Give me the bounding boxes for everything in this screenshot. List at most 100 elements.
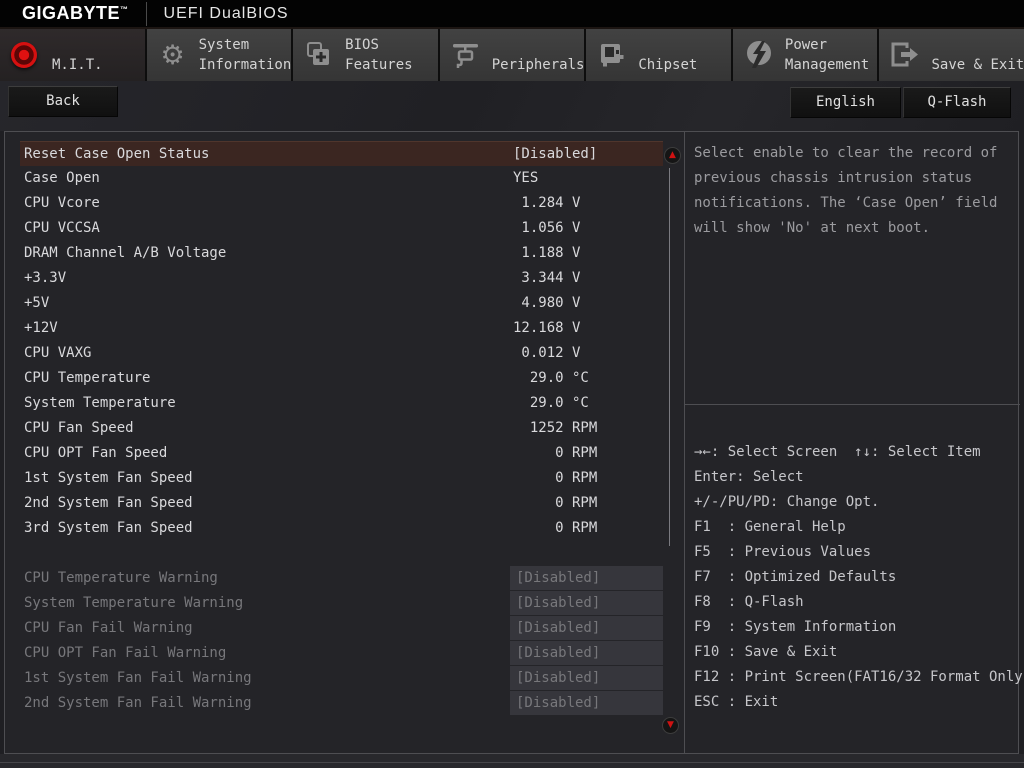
setting-value: [Disabled] (513, 146, 598, 162)
tab-label (931, 35, 1024, 55)
setting-value: [Disabled] (510, 566, 663, 590)
tab-label: Information (198, 57, 292, 73)
setting-row[interactable]: CPU Temperature 29.0 °C (20, 366, 663, 391)
setting-row[interactable]: System Temperature 29.0 °C (20, 391, 663, 416)
setting-row[interactable]: 1st System Fan Fail Warning [Disabled] (20, 666, 663, 691)
setting-row[interactable]: 2nd System Fan Speed 0 RPM (20, 491, 663, 516)
setting-row[interactable]: +12V 12.168 V (20, 316, 663, 341)
legend-line: F10 : Save & Exit (694, 644, 838, 660)
tab-label: Power (784, 37, 828, 53)
tab-label: Features (345, 57, 413, 73)
setting-label: System Temperature Warning (24, 595, 244, 611)
setting-value: 29.0 °C (513, 395, 589, 411)
setting-row[interactable]: CPU Temperature Warning [Disabled] (20, 566, 663, 591)
tab-label: BIOS (345, 37, 379, 53)
main-panel: Reset Case Open Status [Disabled] Case O… (4, 131, 1024, 754)
setting-row[interactable]: 2nd System Fan Fail Warning [Disabled] (20, 691, 663, 716)
setting-value: 0 RPM (513, 470, 598, 486)
setting-value: 0 RPM (513, 495, 598, 511)
setting-row[interactable]: 1st System Fan Speed 0 RPM (20, 466, 663, 491)
help-text: Select enable to clear the record of pre… (694, 141, 997, 241)
gigabyte-logo: GIGABYTE™ (22, 3, 129, 23)
qflash-button[interactable]: Q-Flash (903, 87, 1011, 118)
legend-line: F9 : System Information (694, 619, 897, 635)
legend-line: →←: Select Screen ↑↓: Select Item (694, 444, 981, 460)
tab-mit[interactable]: M.I.T. (0, 29, 145, 81)
help-legend-divider (685, 404, 1020, 405)
help-line: will show 'No' at next boot. (694, 220, 931, 236)
setting-value: 4.980 V (513, 295, 581, 311)
setting-row[interactable]: 3rd System Fan Speed 0 RPM (20, 516, 663, 541)
setting-label: Reset Case Open Status (24, 146, 210, 162)
tab-peripherals[interactable]: Peripherals (439, 29, 585, 81)
scroll-up-icon[interactable]: ▲ (664, 147, 681, 164)
tab-bios-features[interactable]: BIOS Features (293, 29, 438, 81)
help-line: Select enable to clear the record of (694, 145, 998, 161)
setting-label: +3.3V (24, 270, 67, 286)
setting-row[interactable]: +5V 4.980 V (20, 291, 663, 316)
setting-row[interactable]: Case Open YES (20, 166, 663, 191)
tab-label: System (198, 37, 250, 53)
setting-row[interactable]: CPU Fan Fail Warning [Disabled] (20, 616, 663, 641)
power-bolt-icon (742, 39, 776, 71)
scroll-down-icon[interactable]: ▼ (662, 717, 679, 734)
setting-row[interactable]: DRAM Channel A/B Voltage 1.188 V (20, 241, 663, 266)
setting-value: 1.056 V (513, 220, 581, 236)
tab-power-management[interactable]: Power Management (732, 29, 878, 81)
legend-line: +/-/PU/PD: Change Opt. (694, 494, 880, 510)
setting-row[interactable]: CPU Fan Speed 1252 RPM (20, 416, 663, 441)
setting-row[interactable]: Reset Case Open Status [Disabled] (20, 141, 663, 166)
top-bar: GIGABYTE™ UEFI DualBIOS (0, 0, 1024, 29)
tab-label: Peripherals (491, 57, 585, 73)
setting-value: 0 RPM (513, 520, 598, 536)
setting-value: YES (513, 170, 539, 186)
setting-row[interactable]: CPU VAXG 0.012 V (20, 341, 663, 366)
language-button[interactable]: English (790, 87, 901, 118)
scrollbar[interactable] (669, 168, 670, 546)
setting-value: 0.012 V (513, 345, 581, 361)
tab-chipset[interactable]: Chipset (586, 29, 731, 81)
setting-row[interactable]: +3.3V 3.344 V (20, 266, 663, 291)
bios-chip-icon (302, 39, 336, 71)
setting-label: CPU OPT Fan Fail Warning (24, 645, 227, 661)
info-gear-icon: ⚙ (160, 39, 185, 71)
tab-system-information[interactable]: ⚙ System Information (146, 29, 292, 81)
setting-value: 0 RPM (513, 445, 598, 461)
setting-label: CPU Fan Fail Warning (24, 620, 193, 636)
chipset-icon (595, 39, 629, 71)
setting-row[interactable]: CPU VCCSA 1.056 V (20, 216, 663, 241)
settings-list: Reset Case Open Status [Disabled] Case O… (5, 132, 684, 753)
mit-icon (11, 42, 37, 68)
setting-value: [Disabled] (510, 616, 663, 640)
legend-line: Enter: Select (694, 469, 804, 485)
setting-row[interactable]: CPU OPT Fan Fail Warning [Disabled] (20, 641, 663, 666)
setting-value: [Disabled] (510, 641, 663, 665)
setting-label: CPU Temperature Warning (24, 570, 218, 586)
help-line: previous chassis intrusion status (694, 170, 973, 186)
setting-value: 29.0 °C (513, 370, 589, 386)
setting-row[interactable]: CPU OPT Fan Speed 0 RPM (20, 441, 663, 466)
secondary-toolbar: Back English Q-Flash (0, 81, 1024, 131)
setting-label: +12V (24, 320, 58, 336)
setting-label: DRAM Channel A/B Voltage (24, 245, 227, 261)
setting-label: CPU Temperature (24, 370, 151, 386)
trademark-symbol: ™ (120, 5, 129, 14)
setting-label: 2nd System Fan Speed (24, 495, 193, 511)
setting-value: [Disabled] (510, 591, 663, 615)
setting-row[interactable]: CPU Vcore 1.284 V (20, 191, 663, 216)
header-divider (145, 1, 147, 26)
tab-save-exit[interactable]: Save & Exit (879, 29, 1024, 81)
list-section-gap (5, 541, 684, 566)
setting-label: +5V (24, 295, 50, 311)
setting-label: 1st System Fan Speed (24, 470, 193, 486)
setting-value: 12.168 V (513, 320, 581, 336)
key-legend: →←: Select Screen ↑↓: Select Item Enter:… (694, 440, 1024, 715)
setting-row[interactable]: System Temperature Warning [Disabled] (20, 591, 663, 616)
legend-line: F1 : General Help (694, 519, 846, 535)
setting-label: CPU VCCSA (24, 220, 100, 236)
save-exit-icon (888, 39, 922, 71)
back-button[interactable]: Back (8, 86, 118, 117)
legend-line: ESC : Exit (694, 694, 779, 710)
tab-label: Save & Exit (931, 57, 1024, 73)
setting-label: Case Open (24, 170, 100, 186)
